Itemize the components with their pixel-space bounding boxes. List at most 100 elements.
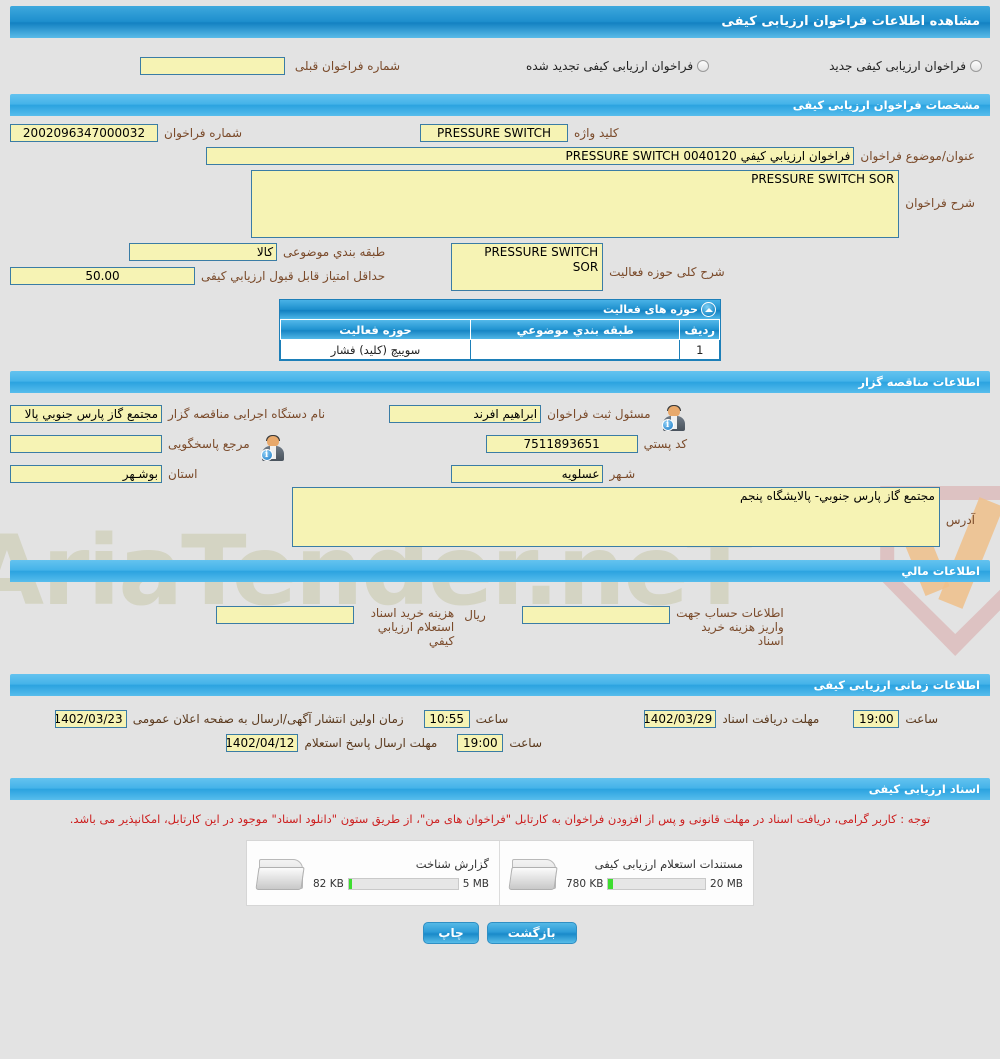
response-deadline-time-input[interactable]: 19:00 [457,734,504,752]
file-card[interactable]: گزارش شناخت 82 KB 5 MB [247,841,500,905]
address-textarea[interactable]: مجتمع گاز پارس جنوبي- پالایشگاه پنجم [291,487,940,547]
section-title-schedule: اطلاعات زمانی ارزیابی کیفی [10,674,990,696]
radio-renewed-tender-label: فراخوان ارزیابی کیفی تجدید شده [526,59,694,73]
documents-notice: توجه : کاربر گرامی، دریافت اسناد در مهلت… [69,812,931,826]
cell-index: 1 [679,339,720,360]
category-label: طبقه بندي موضوعی [283,245,386,259]
publish-time-label: ساعت [475,712,509,726]
folder-icon[interactable] [255,853,305,893]
col-category: طبقه بندي موضوعي [469,319,681,340]
response-deadline-date-input[interactable]: 1402/04/12 [226,734,299,752]
response-authority-avatar-icon: i [260,435,286,461]
section-title-organizer: اطلاعات مناقصه گزار [10,371,990,393]
province-input[interactable]: بوشـهر [10,465,162,483]
back-button[interactable]: بازگشت [486,922,577,944]
docs-deadline-time-input[interactable]: 19:00 [853,710,900,728]
radio-new-tender-label: فراخوان ارزیابی کیفی جدید [829,59,966,73]
cell-domain: سوییچ (کلید) فشار [280,339,471,360]
file-size-limit: 5 MB [462,877,489,890]
tender-type-filter: فراخوان ارزیابی کیفی جدید فراخوان ارزیاب… [10,38,990,94]
schedule-row-response: ساعت 19:00 مهلت ارسال پاسخ استعلام 1402/… [16,734,984,752]
radio-new-tender[interactable]: فراخوان ارزیابی کیفی جدید [829,59,982,73]
postal-code-label: کد پستي [643,437,688,451]
registrar-avatar-icon: i [661,405,687,431]
col-index: ردیف [679,319,720,340]
documents-file-list: مستندات استعلام ارزیابی کیفی 780 KB 20 M… [246,840,754,906]
radio-renewed-tender-input[interactable] [697,60,710,72]
section-title-documents: اسناد ارزیابی کیفی [10,778,990,800]
table-header-row: ردیف طبقه بندي موضوعي حوزه فعالیت [280,319,720,340]
file-title: گزارش شناخت [415,856,489,871]
file-used-size: 780 KB [566,877,604,890]
action-buttons: بازگشت چاپ [0,906,1000,954]
activity-summary-textarea[interactable]: PRESSURE SWITCH SOR [451,243,604,291]
tender-number-label: شماره فراخوان [164,126,242,140]
docs-deadline-time-label: ساعت [905,712,938,726]
docs-cost-group: ریال هزینه خرید اسناد استعلام ارزیابي کی… [216,606,492,648]
activity-domains-title-text: حوزه های فعالیت [603,303,698,316]
description-textarea[interactable]: PRESSURE SWITCH SOR [251,170,900,238]
schedule-panel: ساعت 19:00 مهلت دریافت اسناد 1402/03/29 … [10,696,990,778]
response-deadline-label: مهلت ارسال پاسخ استعلام [304,736,438,750]
file-title: مستندات استعلام ارزیابی کیفی [594,856,743,871]
keyword-label: کلید واژه [574,126,619,140]
col-domain: حوزه فعالیت [280,319,471,340]
file-size-progress [607,877,707,890]
docs-cost-input[interactable] [216,606,355,624]
collapse-icon[interactable] [701,302,716,317]
address-label: آدرس [945,513,975,527]
min-score-input[interactable]: 50.00 [10,267,195,285]
account-info-label: اطلاعات حساب جهت واریز هزینه خرید اسناد [676,606,784,648]
radio-renewed-tender[interactable]: فراخوان ارزیابی کیفی تجدید شده [526,59,710,73]
file-card[interactable]: مستندات استعلام ارزیابی کیفی 780 KB 20 M… [500,841,753,905]
file-size-limit: 20 MB [710,877,743,890]
category-input[interactable]: كالا [129,243,278,261]
schedule-row-publish: ساعت 19:00 مهلت دریافت اسناد 1402/03/29 … [16,710,984,728]
city-input[interactable]: عسلویه [451,465,604,483]
page-title: مشاهده اطلاعات فراخوان ارزیابی کیفی [10,6,990,38]
province-label: استان [168,467,198,481]
publish-label: زمان اولین انتشار آگهی/ارسال به صفحه اعل… [132,712,404,726]
executive-org-input[interactable]: مجتمع گاز پارس جنوبي پالا [10,405,162,423]
subject-input[interactable]: فراخوان ارزیابي کیفي 0040120 PRESSURE SW… [206,147,855,165]
cell-category [469,339,681,360]
radio-new-tender-input[interactable] [970,60,982,72]
folder-icon[interactable] [508,853,558,893]
currency-label: ریال [464,608,486,622]
publish-date-input[interactable]: 1402/03/23 [54,710,127,728]
min-score-label: حداقل امتیاز قابل قبول ارزیابي کیفی [201,269,386,283]
city-label: شـهر [609,467,636,481]
specs-panel: کلید واژه PRESSURE SWITCH شماره فراخوان … [10,116,990,371]
financial-panel: اطلاعات حساب جهت واریز هزینه خرید اسناد … [10,582,990,674]
response-deadline-time-label: ساعت [509,736,542,750]
executive-org-label: نام دستگاه اجرایی مناقصه گزار [168,407,326,421]
subject-label: عنوان/موضوع فراخوان [860,149,975,163]
keyword-input[interactable]: PRESSURE SWITCH [420,124,568,142]
account-info-group: اطلاعات حساب جهت واریز هزینه خرید اسناد [521,606,784,648]
print-button[interactable]: چاپ [423,922,479,944]
section-title-specs: مشخصات فراخوان ارزیابی کیفی [10,94,990,116]
response-authority-input[interactable] [10,435,162,453]
activity-domains-title: حوزه های فعالیت [280,300,720,319]
table-row: 1 سوییچ (کلید) فشار [280,339,720,360]
file-size-progress [347,877,459,890]
docs-cost-label: هزینه خرید اسناد استعلام ارزیابي کیفي [370,606,455,648]
response-authority-label: مرجع پاسخگویی [168,437,250,451]
description-label: شرح فراخوان [905,196,975,210]
docs-deadline-date-input[interactable]: 1402/03/29 [644,710,717,728]
file-used-size: 82 KB [313,877,344,890]
section-title-financial: اطلاعات مالي [10,560,990,582]
previous-tender-number-label: شماره فراخوان قبلی [294,59,401,73]
activity-summary-label: شرح کلی حوزه فعالیت [609,265,725,279]
registrar-label: مسئول ثبت فراخوان [547,407,651,421]
activity-domains-table: حوزه های فعالیت ردیف طبقه بندي موضوعي حو… [279,299,721,361]
tender-number-input[interactable]: 2002096347000032 [10,124,158,142]
registrar-input[interactable]: ابراهیم افرند [389,405,542,423]
docs-deadline-label: مهلت دریافت اسناد [722,712,820,726]
publish-time-input[interactable]: 10:55 [423,710,470,728]
organizer-panel: i مسئول ثبت فراخوان ابراهیم افرند نام دس… [10,393,990,560]
postal-code-input[interactable]: 7511893651 [485,435,638,453]
account-info-input[interactable] [521,606,670,624]
previous-tender-number-input[interactable] [139,57,285,75]
tender-detail-page: AriaTender.neT مشاهده اطلاعات فراخوان ار… [0,6,1000,1059]
